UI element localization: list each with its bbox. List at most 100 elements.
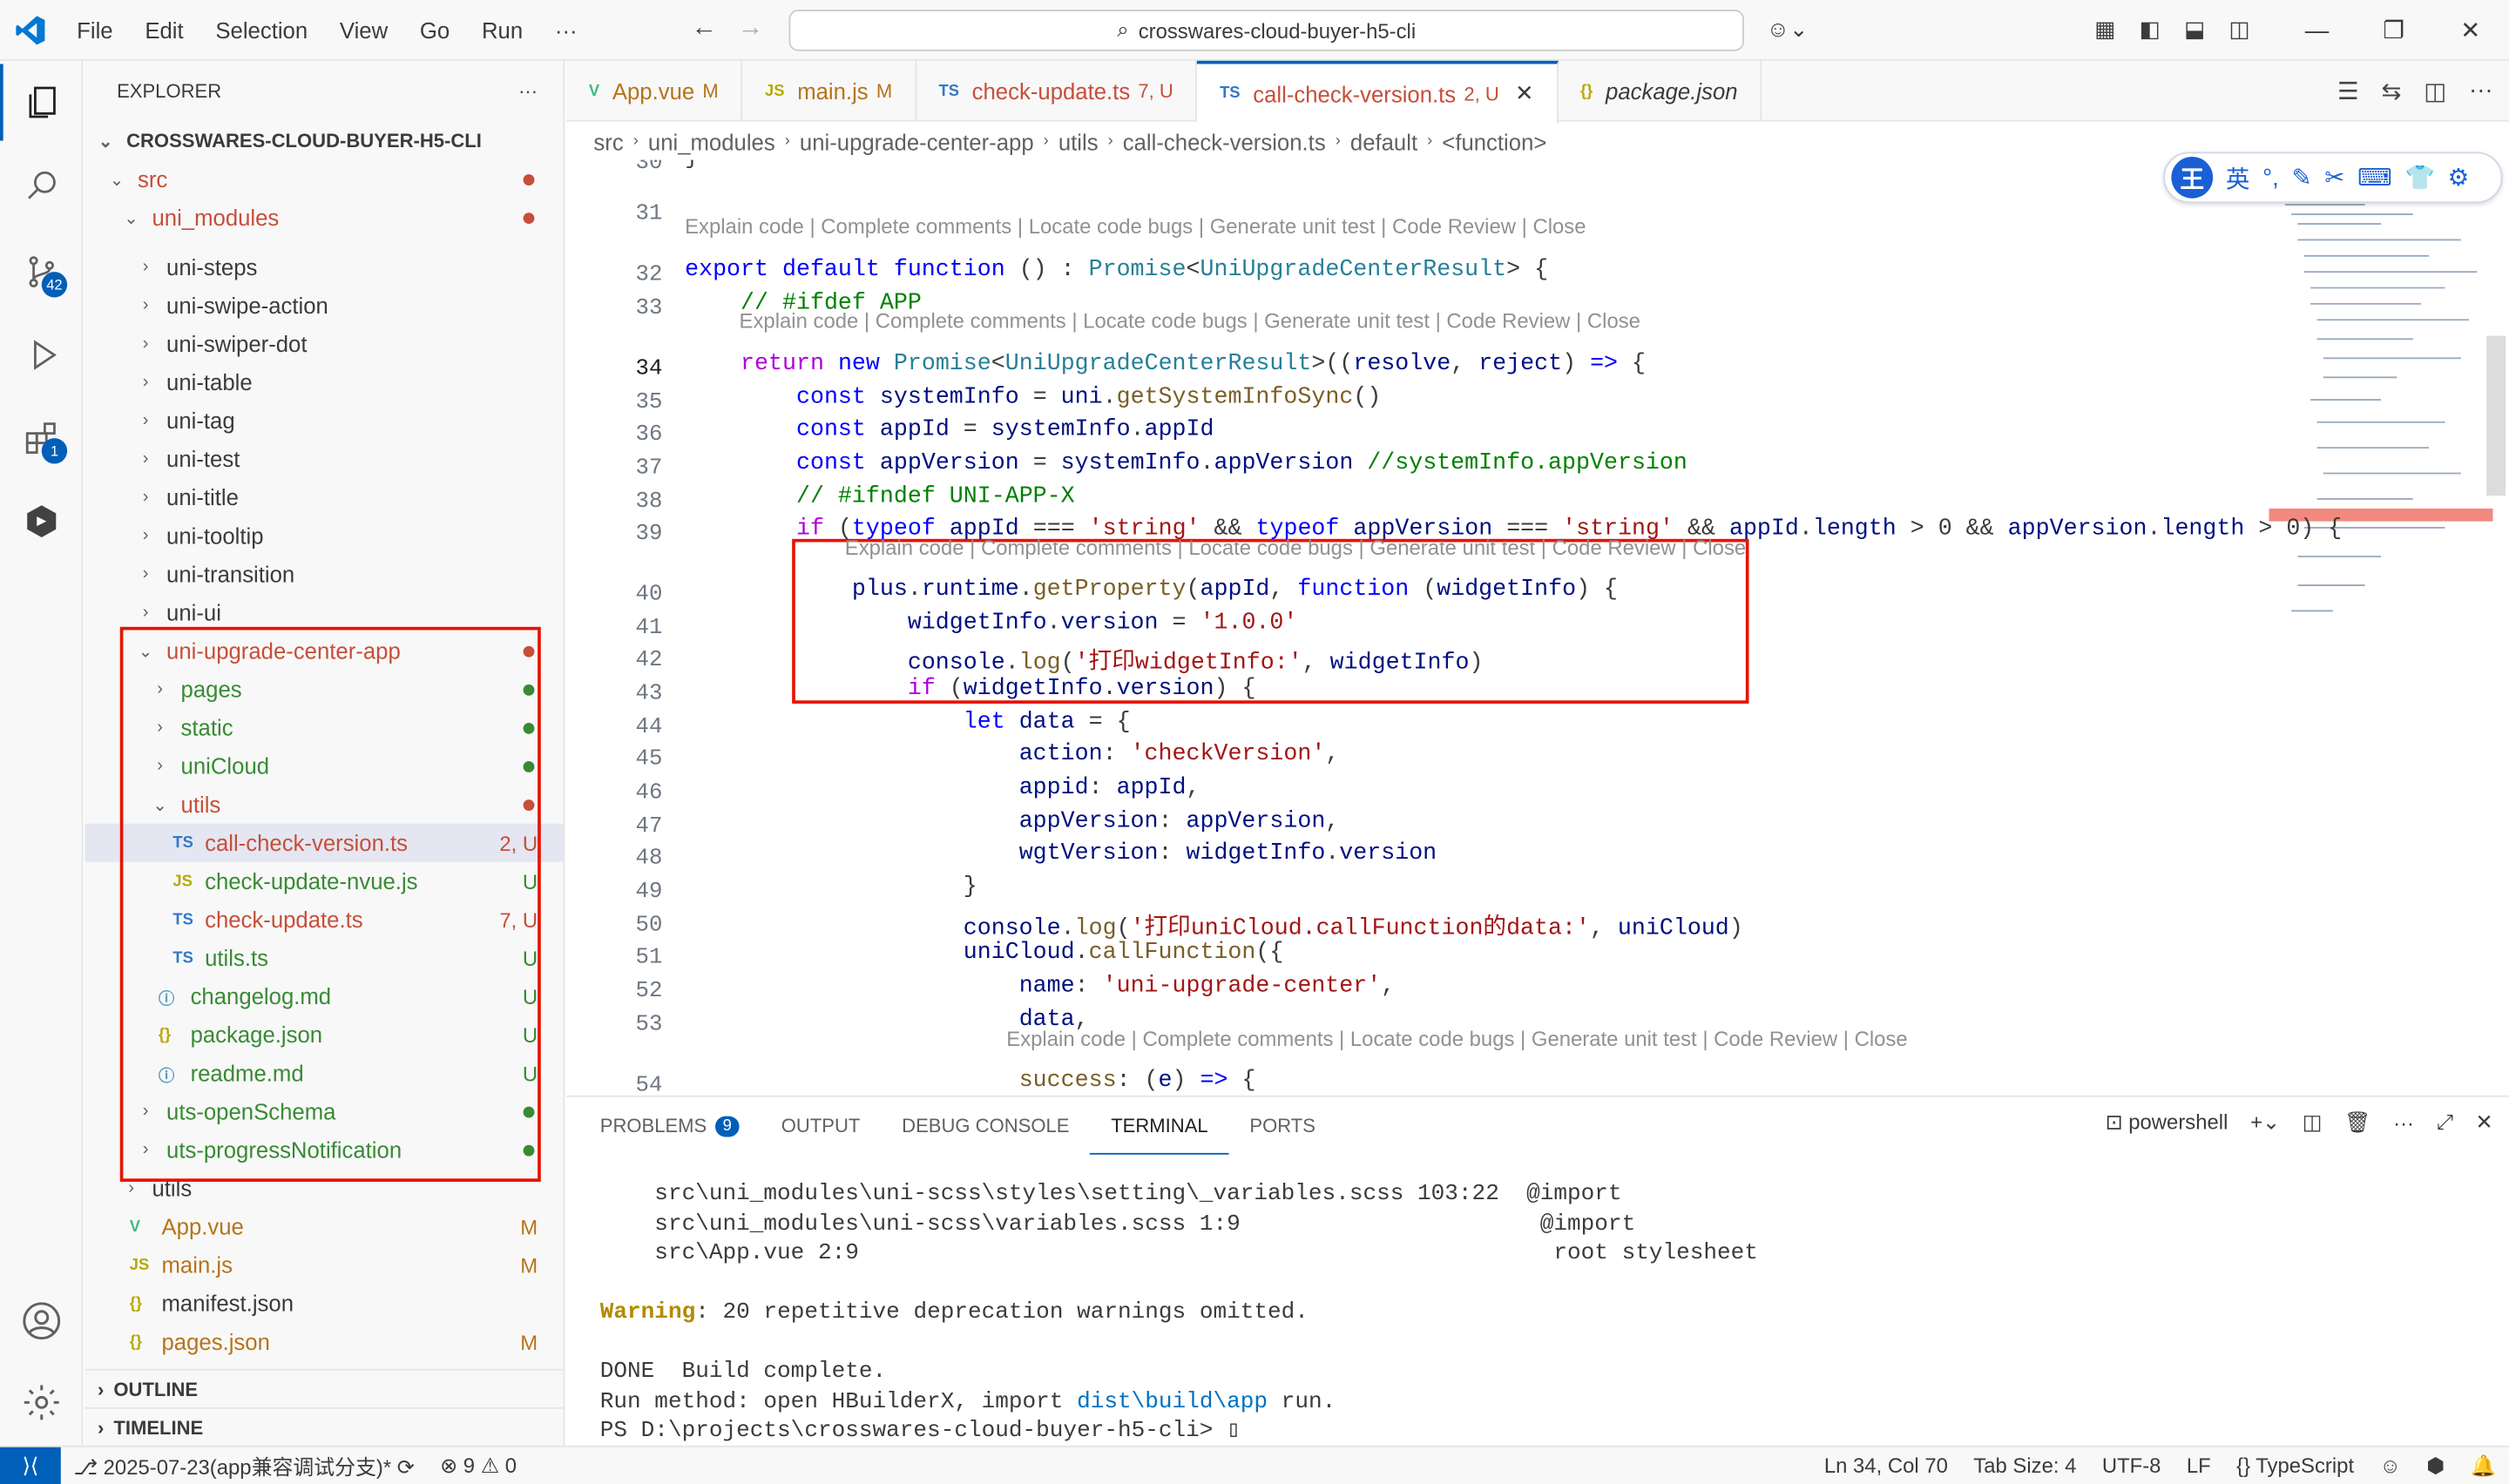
cursor-position[interactable]: Ln 34, Col 70 <box>1811 1454 1960 1478</box>
ime-settings-icon[interactable]: ⚙ <box>2448 163 2470 192</box>
ime-scissors-icon[interactable]: ✂ <box>2324 163 2344 192</box>
panel-tab-terminal[interactable]: TERMINAL <box>1090 1097 1229 1155</box>
maximize-panel-icon[interactable]: ⤢ <box>2437 1110 2453 1135</box>
code-line[interactable]: uniCloud.callFunction({ <box>685 941 1284 966</box>
breadcrumb-item[interactable]: src <box>593 129 623 154</box>
close-window-button[interactable]: ✕ <box>2432 0 2509 61</box>
code-line[interactable]: const appVersion = systemInfo.appVersion… <box>685 451 1687 476</box>
menu-item[interactable]: Run <box>466 17 539 42</box>
close-panel-icon[interactable]: ✕ <box>2476 1110 2493 1135</box>
editor-tab[interactable]: TS call-check-version.ts 2, U ✕ <box>1197 60 1559 124</box>
panel-tab-debug-console[interactable]: DEBUG CONSOLE <box>881 1097 1090 1155</box>
terminal-output[interactable]: src\uni_modules\uni-scss\styles\setting\… <box>600 1180 1758 1447</box>
maximize-button[interactable]: ❐ <box>2356 0 2432 61</box>
code-line[interactable]: success: (e) => { <box>685 1069 1256 1094</box>
code-line[interactable]: // #ifndef UNI-APP-X <box>685 484 1075 509</box>
tree-item[interactable]: › uni-table <box>85 363 563 401</box>
menu-item[interactable]: View <box>324 17 404 42</box>
tree-item[interactable]: JS main.js M <box>85 1245 563 1284</box>
project-root[interactable]: ⌄ CROSSWARES-CLOUD-BUYER-H5-CLI <box>85 122 563 160</box>
breadcrumb-item[interactable]: utils <box>1058 129 1099 154</box>
tree-item[interactable]: ⌄ uni_modules <box>85 199 563 237</box>
menu-item[interactable]: ··· <box>539 17 593 42</box>
tree-item[interactable]: › uni-transition <box>85 555 563 593</box>
code-line[interactable]: wgtVersion: widgetInfo.version <box>685 841 1437 867</box>
tree-item[interactable]: › uni-ui <box>85 593 563 631</box>
tree-item[interactable]: V App.vue M <box>85 1207 563 1245</box>
code-line[interactable]: } <box>685 874 977 900</box>
panel-tab-output[interactable]: OUTPUT <box>761 1097 881 1155</box>
code-line[interactable]: export default function () : Promise<Uni… <box>685 258 1548 283</box>
editor-tab[interactable]: {} package.json <box>1558 60 1762 122</box>
code-line[interactable]: action: 'checkVersion', <box>685 742 1340 767</box>
split-editor-icon[interactable]: ◫ <box>2424 77 2446 105</box>
code-line[interactable]: } <box>685 160 699 172</box>
ime-toolbar[interactable]: 王 英 °, ✎ ✂ ⌨ 👕 ⚙ <box>2163 152 2503 204</box>
code-line[interactable]: const appId = systemInfo.appId <box>685 417 1214 442</box>
panel-tab-ports[interactable]: PORTS <box>1229 1097 1336 1155</box>
branch-status[interactable]: ⎇ 2025-07-23(app兼容调试分支)* ⟳ <box>61 1450 428 1481</box>
ime-language[interactable]: 英 <box>2226 161 2250 195</box>
code-line[interactable]: console.log('打印uniCloud.callFunction的dat… <box>685 908 1743 941</box>
tree-item[interactable]: › uni-test <box>85 440 563 478</box>
code-line[interactable]: if (widgetInfo.version) { <box>685 677 1256 702</box>
split-terminal-icon[interactable]: ◫ <box>2303 1110 2323 1135</box>
more-actions-icon[interactable]: ··· <box>2393 1110 2414 1135</box>
code-line[interactable]: name: 'uni-upgrade-center', <box>685 974 1396 999</box>
ime-pen-icon[interactable]: ✎ <box>2291 163 2311 192</box>
codelens-actions[interactable]: Explain code | Complete comments | Locat… <box>740 308 1640 333</box>
copilot-status-icon[interactable]: ☺ <box>2367 1454 2414 1478</box>
extensions-icon[interactable]: 1 <box>0 400 84 476</box>
code-line[interactable]: appVersion: appVersion, <box>685 809 1340 834</box>
source-control-icon[interactable]: 42 <box>0 233 84 310</box>
toggle-sidebar-icon[interactable]: ◧ <box>2140 16 2161 43</box>
breadcrumb-item[interactable]: <function> <box>1442 129 1546 154</box>
customize-layout-icon[interactable]: ▦ <box>2094 16 2115 43</box>
more-actions-icon[interactable]: ··· <box>518 80 538 103</box>
tree-item[interactable]: › uni-title <box>85 478 563 516</box>
outline-section[interactable]: › OUTLINE <box>85 1368 564 1407</box>
codelens-actions[interactable]: Explain code | Complete comments | Locat… <box>845 536 1746 560</box>
trash-icon[interactable]: 🗑 <box>2344 1110 2370 1135</box>
code-editor[interactable]: 30} 31 32 export default function () : Prom… <box>566 159 2509 1094</box>
language-mode[interactable]: {} TypeScript <box>2223 1454 2366 1478</box>
codelens-actions[interactable]: Explain code | Complete comments | Locat… <box>1006 1027 1907 1051</box>
remote-indicator-icon[interactable]: ⟩⟨ <box>0 1446 61 1484</box>
compare-changes-icon[interactable]: ⇆ <box>2381 77 2401 105</box>
accounts-icon[interactable] <box>0 1283 84 1359</box>
close-tab-icon[interactable]: ✕ <box>1515 80 1534 107</box>
tree-item[interactable]: › uni-swiper-dot <box>85 325 563 363</box>
notifications-bell-icon[interactable]: 🔔 <box>2458 1453 2509 1478</box>
problems-status[interactable]: ⊗ 9 ⚠ 0 <box>427 1453 529 1478</box>
outline-view-icon[interactable]: ☰ <box>2337 77 2359 105</box>
toggle-panel-icon[interactable]: ⬓ <box>2184 16 2205 43</box>
editor-tab[interactable]: TS check-update.ts 7, U <box>916 60 1198 122</box>
menu-item[interactable]: Edit <box>129 17 200 42</box>
code-line[interactable]: plus.runtime.getProperty(appId, function… <box>685 577 1618 603</box>
forward-arrow-icon[interactable]: → <box>738 15 763 44</box>
run-debug-icon[interactable] <box>0 317 84 394</box>
menu-item[interactable]: Selection <box>200 17 324 42</box>
back-arrow-icon[interactable]: ← <box>691 15 716 44</box>
code-line[interactable]: const systemInfo = uni.getSystemInfoSync… <box>685 386 1381 411</box>
code-line[interactable]: return new Promise<UniUpgradeCenterResul… <box>685 352 1646 377</box>
codelens-actions[interactable]: Explain code | Complete comments | Locat… <box>685 214 1586 239</box>
editor-tab[interactable]: V App.vue M <box>566 60 743 122</box>
search-view-icon[interactable] <box>0 147 84 224</box>
tab-size[interactable]: Tab Size: 4 <box>1961 1454 2090 1478</box>
code-line[interactable]: appid: appId, <box>685 776 1200 801</box>
toggle-secondary-sidebar-icon[interactable]: ◫ <box>2229 16 2250 43</box>
tree-item[interactable]: › uni-tag <box>85 401 563 440</box>
command-center-search[interactable]: ⌕ crosswares-cloud-buyer-h5-cli <box>788 10 1745 51</box>
minimize-button[interactable]: — <box>2278 0 2355 61</box>
editor-scrollbar[interactable] <box>2486 335 2506 496</box>
new-terminal-icon[interactable]: +⌄ <box>2250 1110 2280 1135</box>
tree-item[interactable]: › uni-tooltip <box>85 516 563 555</box>
more-actions-icon[interactable]: ··· <box>2469 77 2493 105</box>
panel-tab-problems[interactable]: PROBLEMS 9 <box>579 1097 761 1155</box>
tree-item[interactable]: ⌄ src <box>85 160 563 199</box>
menu-item[interactable]: File <box>61 17 129 42</box>
ime-skin-icon[interactable]: 👕 <box>2405 163 2435 192</box>
code-line[interactable]: widgetInfo.version = '1.0.0' <box>685 610 1298 636</box>
minimap[interactable] <box>2269 192 2493 639</box>
